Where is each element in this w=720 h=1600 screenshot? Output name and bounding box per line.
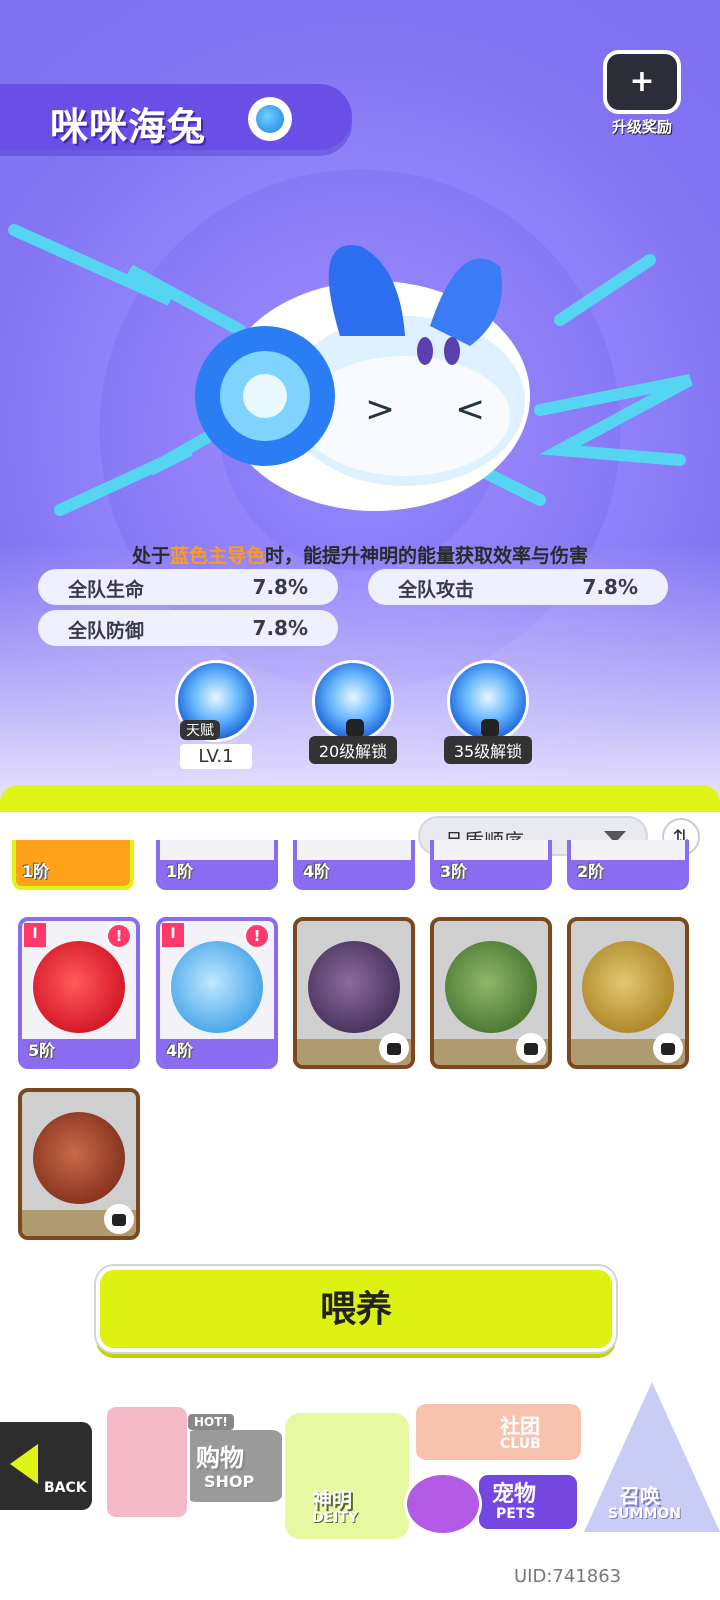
pet-card-grape-cat[interactable] [293,917,415,1069]
red-shark-icon [33,941,125,1033]
pet-card-yellow-puffer[interactable] [567,917,689,1069]
lock-icon [653,1033,683,1063]
pet-blob-icon [404,1472,482,1536]
yellow-puffer-icon [582,941,674,1033]
stat-value: 7.8% [252,575,308,599]
pet-card-blue-bird[interactable]: I ! 4阶 [156,917,278,1069]
pet-description: 处于蓝色主导色时，能提升神明的能量获取效率与伤害 [0,541,720,568]
stat-value: 7.8% [582,575,638,599]
nav-deity[interactable]: 神明 DEITY [282,1386,412,1546]
stat-value: 7.8% [252,616,308,640]
hot-badge: HOT! [188,1414,234,1430]
card-rank: 4阶 [303,862,331,881]
tier-ribbon: I [162,923,184,947]
alert-badge: ! [106,923,132,949]
nav-shop[interactable]: HOT! 购物 SHOP [104,1390,284,1530]
stat-label: 全队防御 [68,620,145,642]
pet-card-partial[interactable]: 1阶 [156,840,278,890]
svg-text:<: < [455,389,485,430]
stat-team-hp: 全队生命 7.8% [38,569,338,605]
pet-card-partial[interactable]: 4阶 [293,840,415,890]
desc-suffix: 时，能提升神明的能量获取效率与伤害 [265,545,589,567]
skill-level: LV.1 [180,744,252,769]
upgrade-reward-button[interactable]: + 升级奖励 [594,50,690,142]
upgrade-reward-label: 升级奖励 [611,118,672,136]
pet-card-green-sprout[interactable] [430,917,552,1069]
feed-button[interactable]: 喂养 [96,1266,616,1352]
card-rank: 2阶 [577,862,605,881]
skill-level-35[interactable]: 35级解锁 [438,660,538,764]
stat-label: 全队生命 [68,579,145,601]
lock-icon [104,1204,134,1234]
card-rank: 5阶 [28,1041,56,1060]
nav-pets-sublabel: PETS [496,1506,536,1522]
nav-summon[interactable]: 召唤 SUMMON [584,1382,720,1542]
card-rank: 1阶 [166,862,194,881]
pet-card-red-octopus[interactable] [18,1088,140,1240]
skill-row: 天赋 LV.1 20级解锁 35级解锁 [0,660,720,780]
skill-unlock-label: 20级解锁 [308,736,398,764]
pet-card-partial[interactable]: 2阶 [567,840,689,890]
club-bag-icon [416,1404,581,1460]
lock-icon [346,719,364,737]
bubble-skill-icon [312,660,394,742]
green-sprout-icon [445,941,537,1033]
burst-skill-icon [447,660,529,742]
nav-summon-label: 召唤 [620,1484,660,1508]
alert-badge: ! [244,923,270,949]
lock-icon [516,1033,546,1063]
nav-pets[interactable]: 宠物 PETS [404,1472,584,1538]
lock-icon [481,719,499,737]
skill-level-20[interactable]: 20级解锁 [303,660,403,764]
red-octopus-icon [33,1112,125,1204]
back-label: BACK [44,1480,87,1496]
nav-club-sublabel: CLUB [500,1436,541,1452]
nav-deity-sublabel: DEITY [312,1510,359,1526]
stat-team-defense: 全队防御 7.8% [38,610,338,646]
user-id: UID:741863 [514,1566,622,1587]
back-button[interactable]: BACK [0,1418,96,1514]
stat-team-attack: 全队攻击 7.8% [368,569,668,605]
nav-pets-label: 宠物 [492,1482,537,1507]
nav-shop-label: 购物 [196,1444,244,1472]
nav-club[interactable]: 社团 CLUB [416,1404,581,1464]
back-arrow-icon [10,1444,38,1484]
card-rank: 4阶 [166,1041,194,1060]
desc-highlight: 蓝色主导色 [169,545,265,567]
nav-deity-label: 神明 [312,1488,352,1512]
skill-unlock-label: 35级解锁 [443,736,533,764]
lock-icon [379,1033,409,1063]
svg-text:>: > [365,389,395,430]
card-rank: 1阶 [22,862,50,881]
pet-name: 咪咪海兔 [50,105,207,149]
stat-label: 全队攻击 [398,579,475,601]
pet-portrait: > < [195,245,530,511]
nav-summon-sublabel: SUMMON [608,1506,681,1522]
talent-tag: 天赋 [180,720,220,740]
nav-shop-sublabel: SHOP [204,1472,255,1491]
nav-club-label: 社团 [500,1414,540,1438]
tier-ribbon: I [24,923,46,947]
pet-card-red-shark[interactable]: I ! 5阶 [18,917,140,1069]
water-element-icon[interactable] [248,97,292,141]
blue-bird-icon [171,941,263,1033]
skill-talent[interactable]: 天赋 LV.1 [166,660,266,769]
upgrade-reward-icon: + [603,50,681,114]
card-rank: 3阶 [440,862,468,881]
desc-prefix: 处于 [131,545,170,567]
pet-card-partial[interactable]: 1阶 [12,840,134,890]
grape-cat-icon [308,941,400,1033]
pet-card-partial[interactable]: 3阶 [430,840,552,890]
vending-machine-icon [104,1404,190,1520]
